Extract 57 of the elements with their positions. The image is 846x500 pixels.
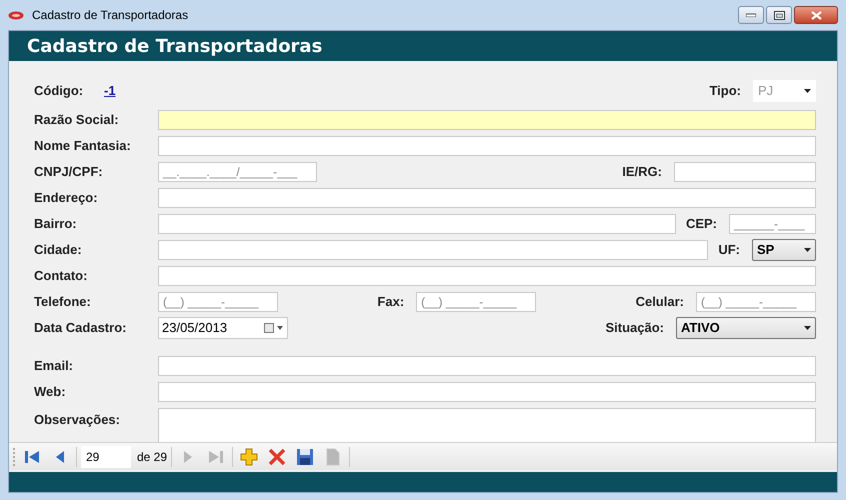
header-title: Cadastro de Transportadoras [27, 34, 322, 58]
dropdown[interactable]: SP [752, 239, 816, 261]
text-input-field[interactable] [158, 356, 816, 376]
maximize-icon [774, 10, 784, 20]
field-label: Cidade: [34, 241, 83, 260]
text-input-field[interactable] [158, 382, 816, 402]
text-input-field[interactable] [158, 266, 816, 286]
field-label: Celular: [636, 293, 684, 312]
text-input-field[interactable] [158, 214, 676, 234]
field-label: Tipo: [709, 82, 741, 100]
toolbar-grip-icon [13, 446, 16, 466]
field-label: Situação: [605, 319, 664, 338]
masked-input-field[interactable]: (__) _____-_____ [416, 292, 536, 312]
text-input-field[interactable] [158, 110, 816, 130]
maximize-button[interactable] [766, 6, 792, 24]
text-input-field[interactable] [158, 240, 708, 260]
field-label: Email: [34, 357, 74, 376]
field-label: Código: [34, 82, 84, 100]
minimize-button[interactable] [738, 6, 764, 24]
close-icon [810, 10, 822, 20]
memo-field[interactable] [158, 408, 816, 442]
field-label: Observações: [34, 411, 121, 429]
plus-icon [239, 446, 260, 466]
dropdown-arrow-icon [804, 326, 811, 330]
field-label: Razão Social: [34, 111, 120, 130]
field-label: Data Cadastro: [34, 319, 128, 338]
dropdown-arrow-icon [804, 89, 811, 93]
masked-input-field[interactable]: (__) _____-_____ [158, 292, 278, 312]
window-title: Cadastro de Transportadoras [32, 7, 188, 24]
text-input-field[interactable] [158, 188, 816, 208]
field-label: UF: [718, 241, 740, 260]
text-input-field[interactable] [674, 162, 816, 182]
field-label: Endereço: [34, 189, 99, 208]
position-field[interactable]: 29 [81, 446, 131, 468]
field-label: Fax: [377, 293, 404, 312]
masked-input-field[interactable]: __.____.____/_____-___ [158, 162, 317, 182]
field-label: Web: [34, 383, 67, 402]
field-label: Telefone: [34, 293, 92, 312]
calendar-dropdown-icon [264, 323, 284, 333]
field-label: IE/RG: [622, 163, 662, 182]
minimize-icon [746, 13, 756, 17]
field-label: Nome Fantasia: [34, 137, 132, 156]
close-button[interactable] [794, 6, 838, 24]
app-icon [8, 10, 24, 20]
text-input-field[interactable] [158, 136, 816, 156]
field-label: CEP: [686, 215, 717, 234]
field-label: CNPJ/CPF: [34, 163, 104, 182]
code-link[interactable]: -1 [104, 81, 116, 101]
dropdown-arrow-icon [804, 248, 811, 252]
record-count: de 29 [137, 448, 168, 466]
close-icon [267, 446, 288, 466]
field-label: Contato: [34, 267, 88, 286]
masked-input-field[interactable]: ______-____ [729, 214, 816, 234]
dropdown[interactable]: ATIVO [676, 317, 816, 339]
masked-input-field[interactable]: (__) _____-_____ [696, 292, 816, 312]
date-picker[interactable]: 23/05/2013 [158, 317, 288, 339]
field-label: Bairro: [34, 215, 78, 234]
